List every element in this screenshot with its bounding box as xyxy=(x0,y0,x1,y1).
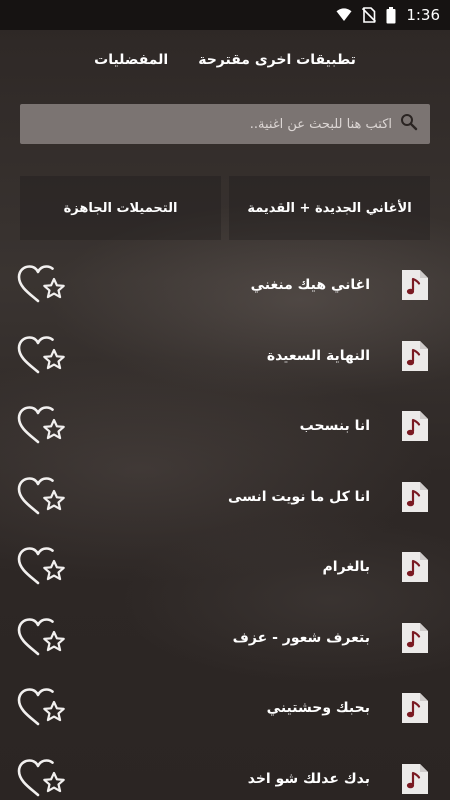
music-note-icon xyxy=(398,480,432,514)
heart-star-icon[interactable] xyxy=(16,547,68,587)
song-title[interactable]: اغاني هيك منغني xyxy=(251,277,370,293)
heart-star-icon[interactable] xyxy=(16,335,68,376)
song-row[interactable]: بحبك وحشتيني xyxy=(0,673,450,744)
search-bar[interactable] xyxy=(20,104,430,144)
tab-new-old-songs[interactable]: الأغاني الجديدة + القديمة xyxy=(229,176,430,240)
wifi-icon xyxy=(336,8,352,22)
song-title[interactable]: بتعرف شعور - عزف xyxy=(233,630,370,646)
heart-star-icon[interactable] xyxy=(16,758,68,799)
heart-star-icon[interactable] xyxy=(16,406,68,446)
music-note-icon xyxy=(398,409,432,443)
song-title[interactable]: بالغرام xyxy=(323,559,370,575)
song-title[interactable]: انا كل ما نويت انسى xyxy=(228,489,370,505)
song-title[interactable]: انا بنسحب xyxy=(300,418,370,434)
song-row[interactable]: النهاية السعيدة xyxy=(0,321,450,392)
song-row[interactable]: بدك عدلك شو اخد xyxy=(0,744,450,800)
heart-star-icon[interactable] xyxy=(16,476,68,517)
battery-icon xyxy=(386,6,396,24)
music-note-icon xyxy=(398,339,432,373)
song-row[interactable]: بتعرف شعور - عزف xyxy=(0,603,450,674)
music-note-icon xyxy=(398,550,432,584)
status-bar: 1:36 xyxy=(0,0,450,30)
song-list: اغاني هيك منغني النهاية السعيدة انا بنسح… xyxy=(0,250,450,800)
heart-star-icon[interactable] xyxy=(16,617,68,658)
music-note-icon xyxy=(398,621,432,655)
status-time: 1:36 xyxy=(406,6,440,24)
song-title[interactable]: بحبك وحشتيني xyxy=(267,700,370,716)
search-input[interactable] xyxy=(52,116,392,132)
heart-star-icon[interactable] xyxy=(16,265,68,305)
song-row[interactable]: انا بنسحب xyxy=(0,391,450,462)
suggested-apps-link[interactable]: تطبيقات اخرى مقترحة xyxy=(198,52,356,68)
song-row[interactable]: بالغرام xyxy=(0,532,450,603)
song-row[interactable]: انا كل ما نويت انسى xyxy=(0,462,450,533)
music-note-icon xyxy=(398,691,432,725)
no-sim-icon xyxy=(362,7,377,23)
music-note-icon xyxy=(398,268,432,302)
category-tabs: التحميلات الجاهزة الأغاني الجديدة + القد… xyxy=(20,176,430,240)
top-nav: تطبيقات اخرى مقترحة المفضليات xyxy=(0,42,450,78)
favorites-link[interactable]: المفضليات xyxy=(94,52,168,68)
song-title[interactable]: النهاية السعيدة xyxy=(267,348,370,364)
heart-star-icon[interactable] xyxy=(16,688,68,728)
music-note-icon xyxy=(398,762,432,796)
song-title[interactable]: بدك عدلك شو اخد xyxy=(248,771,370,787)
tab-ready-downloads[interactable]: التحميلات الجاهزة xyxy=(20,176,221,240)
search-icon[interactable] xyxy=(400,113,418,135)
song-row[interactable]: اغاني هيك منغني xyxy=(0,250,450,321)
